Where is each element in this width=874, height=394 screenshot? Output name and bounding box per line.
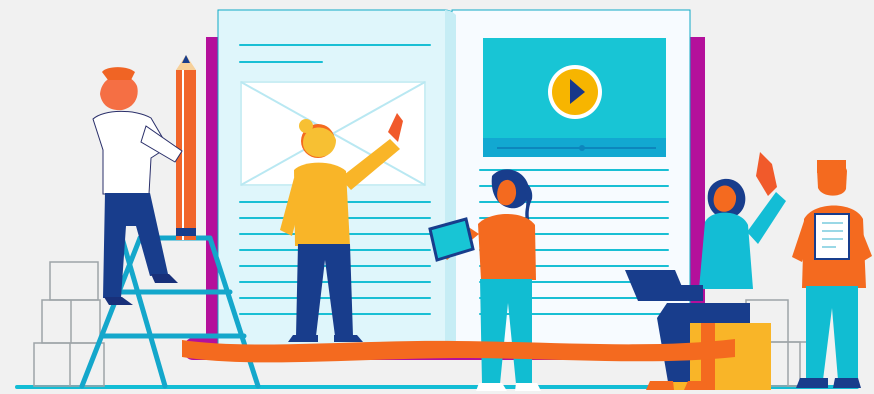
education-illustration-svg — [15, 9, 872, 391]
person-with-clipboard — [792, 160, 872, 388]
person-with-pencil — [92, 55, 196, 305]
stacked-boxes-left — [33, 261, 105, 387]
play-icon[interactable] — [548, 65, 602, 119]
open-book — [184, 9, 732, 360]
video-player[interactable] — [483, 38, 666, 157]
education-illustration — [0, 0, 874, 394]
